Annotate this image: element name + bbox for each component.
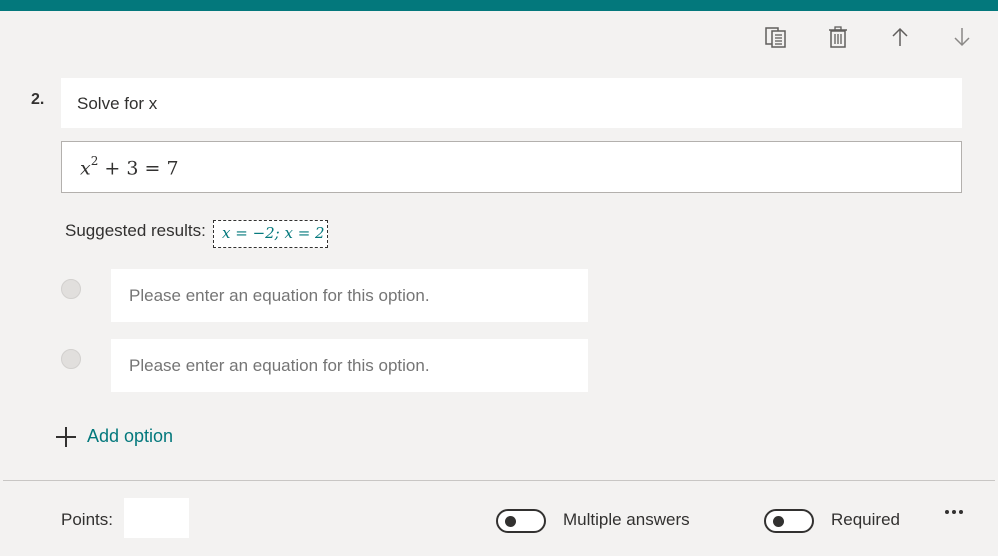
toggle-knob (773, 516, 784, 527)
points-label: Points: (61, 510, 113, 529)
equation-exponent: 2 (90, 154, 99, 168)
suggested-results-box[interactable]: x = −2; x = 2 (213, 220, 328, 248)
equation-variable: x (80, 157, 91, 180)
question-title-field[interactable]: Solve for x (61, 78, 962, 128)
suggested-results-value: x = −2; x = 2 (222, 224, 325, 242)
option-radio-2[interactable] (61, 349, 81, 369)
more-dot-icon (945, 510, 949, 514)
top-accent-bar (0, 0, 998, 11)
move-up-icon (892, 27, 908, 46)
plus-icon (56, 426, 76, 447)
multiple-answers-toggle[interactable] (496, 509, 546, 533)
more-options-button[interactable] (943, 506, 965, 518)
suggested-results-label: Suggested results: (65, 221, 206, 240)
footer-divider (3, 480, 995, 481)
points-input[interactable] (124, 498, 189, 538)
move-up-button[interactable] (869, 22, 931, 52)
question-number: 2. (31, 91, 45, 108)
required-label: Required (831, 510, 900, 529)
copy-question-button[interactable] (745, 22, 807, 52)
delete-icon (829, 26, 847, 48)
required-toggle[interactable] (764, 509, 814, 533)
add-option-label: Add option (87, 426, 174, 446)
more-dot-icon (959, 510, 963, 514)
question-toolbar (745, 22, 993, 52)
equation-field[interactable]: x2 + 3 = 7 (61, 141, 962, 193)
question-title: Solve for x (77, 94, 158, 113)
add-option-button[interactable]: Add option (56, 426, 173, 447)
multiple-answers-label: Multiple answers (563, 510, 690, 529)
equation-display: x2 + 3 = 7 (80, 154, 179, 180)
delete-question-button[interactable] (807, 22, 869, 52)
copy-icon (765, 27, 786, 48)
toggle-knob (505, 516, 516, 527)
option-input-2[interactable] (129, 356, 569, 376)
move-down-icon (954, 28, 970, 47)
option-input-1[interactable] (129, 286, 569, 306)
move-down-button[interactable] (931, 22, 993, 52)
equation-rest: + 3 = 7 (98, 157, 179, 180)
option-radio-1[interactable] (61, 279, 81, 299)
option-field-1 (111, 269, 588, 322)
option-field-2 (111, 339, 588, 392)
more-dot-icon (952, 510, 956, 514)
